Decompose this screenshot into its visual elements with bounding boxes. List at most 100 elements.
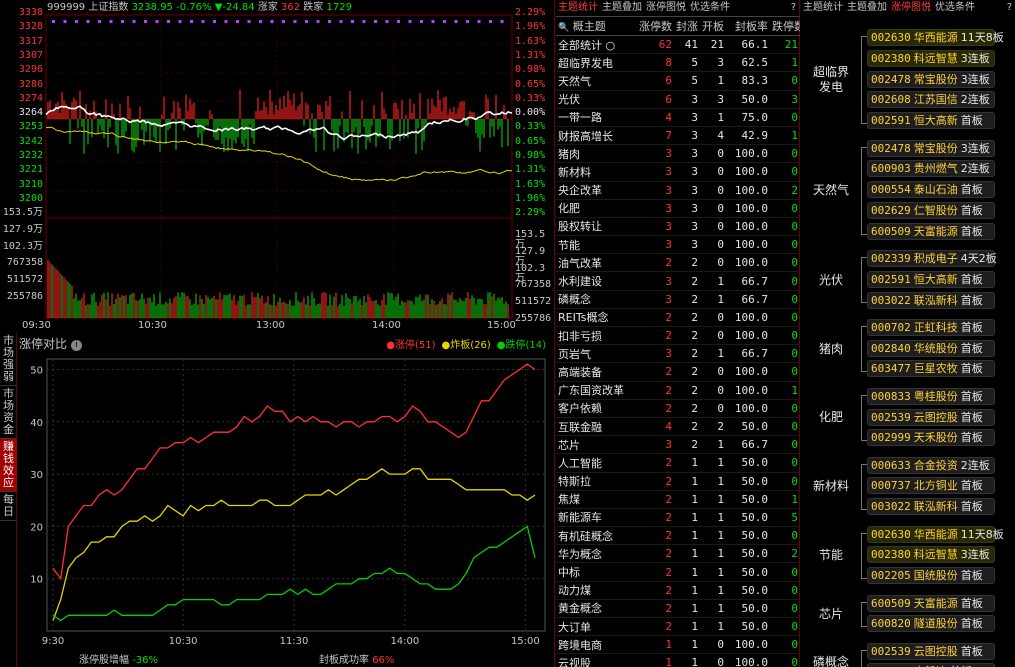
- sealed-count: 5: [674, 71, 700, 91]
- intraday-chart[interactable]: 999999 上证指数 3238.95 -0.76% ▼-24.84 涨家 36…: [0, 0, 555, 333]
- column-header[interactable]: 涨停数: [636, 16, 674, 36]
- sealed-count: 1: [674, 581, 700, 600]
- limit-up-count: 2: [636, 490, 674, 509]
- limit-down-count: 0: [770, 417, 800, 437]
- theme-row[interactable]: 油气改革 2 2 0 100.0 0: [556, 253, 800, 273]
- stock-pill[interactable]: 600610中毅达首板: [867, 663, 995, 667]
- theme-row[interactable]: 节能 3 3 0 100.0 0: [556, 235, 800, 255]
- stock-pill[interactable]: 002205 国统股份 首板: [867, 567, 995, 585]
- theme-row[interactable]: 中标 2 1 1 50.0 0: [556, 562, 800, 582]
- sealed-count: 2: [674, 344, 700, 364]
- stock-pill[interactable]: 002380 科远智慧 3连板: [867, 49, 995, 67]
- mid-tab-2[interactable]: 涨停图悦: [646, 2, 686, 13]
- side-tab-2[interactable]: 赚钱效应: [0, 439, 17, 492]
- theme-row[interactable]: 磷概念 3 2 1 66.7 0: [556, 290, 800, 309]
- stock-pill[interactable]: 002478 常宝股份 3连板: [867, 70, 995, 88]
- right-tab-3[interactable]: 优选条件: [935, 2, 975, 13]
- theme-row[interactable]: 化肥 3 3 0 100.0 0: [556, 199, 800, 218]
- theme-row[interactable]: 光伏 6 3 3 50.0 3: [556, 90, 800, 109]
- y-tick-label: 50: [30, 365, 43, 376]
- stock-pill[interactable]: 002591 恒大高新 首板: [867, 112, 995, 130]
- theme-row[interactable]: 芯片 3 2 1 66.7 0: [556, 435, 800, 455]
- seal-rate: 50.0: [726, 453, 770, 473]
- stock-pill[interactable]: 002539 云图控股 首板: [867, 408, 995, 426]
- mid-tab-3[interactable]: 优选条件: [690, 2, 730, 13]
- stock-pill[interactable]: 000633 合金投资 2连板: [867, 456, 995, 474]
- seal-rate: 100.0: [726, 253, 770, 273]
- theme-row[interactable]: 人工智能 2 1 1 50.0 0: [556, 453, 800, 473]
- theme-row[interactable]: 股权转让 3 3 0 100.0 0: [556, 217, 800, 237]
- stock-pill[interactable]: 003022 联泓新科 首板: [867, 498, 995, 516]
- stock-pill[interactable]: 002339 积成电子 4天2板: [867, 250, 997, 267]
- theme-row[interactable]: 互联金融 4 2 2 50.0 0: [556, 417, 800, 437]
- group-name: 新材料: [801, 479, 861, 494]
- stock-pill[interactable]: 000554 泰山石油 首板: [867, 181, 995, 199]
- theme-row[interactable]: 特斯拉 2 1 1 50.0 0: [556, 472, 800, 491]
- stock-pill[interactable]: 002630 华西能源 11天8板: [867, 29, 1004, 46]
- stock-pill[interactable]: 600509 天富能源 首板: [867, 594, 995, 612]
- stock-code: 000702: [871, 320, 911, 334]
- theme-row[interactable]: 大订单 2 1 1 50.0 0: [556, 617, 800, 637]
- theme-row[interactable]: 动力煤 2 1 1 50.0 0: [556, 581, 800, 600]
- theme-row[interactable]: 超临界发电 8 5 3 62.5 1: [556, 53, 800, 73]
- mid-tab-1[interactable]: 主题叠加: [602, 2, 642, 13]
- limit-down-count: 2: [770, 181, 800, 200]
- theme-row[interactable]: 一带一路 4 3 1 75.0 0: [556, 108, 800, 127]
- theme-row[interactable]: 华为概念 2 1 1 50.0 2: [556, 544, 800, 564]
- stock-pill[interactable]: 000702 正虹科技 首板: [867, 318, 995, 336]
- theme-row[interactable]: 水利建设 3 2 1 66.7 0: [556, 271, 800, 291]
- stock-pill[interactable]: 002380 科远智慧 3连板: [867, 546, 995, 564]
- theme-row[interactable]: 全部统计 ○ 62 41 21 66.1 21: [556, 35, 800, 55]
- theme-row[interactable]: 有机硅概念 2 1 1 50.0 0: [556, 526, 800, 546]
- theme-row[interactable]: 财报高增长 7 3 4 42.9 1: [556, 126, 800, 146]
- mid-tab-0[interactable]: 主题统计: [558, 2, 598, 13]
- column-header[interactable]: 封涨: [674, 16, 700, 36]
- stock-pill[interactable]: 600903 贵州燃气 2连板: [867, 160, 995, 178]
- group-name: 磷概念: [801, 655, 861, 667]
- circle-icon[interactable]: ○: [606, 39, 616, 52]
- help-icon[interactable]: ?: [791, 2, 796, 13]
- theme-row[interactable]: 页岩气 3 2 1 66.7 0: [556, 344, 800, 364]
- side-tab-3[interactable]: 每日: [0, 492, 17, 521]
- theme-row[interactable]: 跨境电商 1 1 0 100.0 0: [556, 635, 800, 655]
- theme-row[interactable]: 黄金概念 2 1 1 50.0 0: [556, 599, 800, 619]
- stock-pill[interactable]: 002630 华西能源 11天8板: [867, 525, 1004, 543]
- column-header[interactable]: 封板率: [726, 16, 770, 36]
- column-header[interactable]: 开板: [700, 16, 726, 36]
- right-tab-1[interactable]: 主题叠加: [847, 2, 887, 13]
- side-tab-0[interactable]: 市场强弱: [0, 333, 17, 386]
- stock-pill[interactable]: 603477 巨星农牧 首板: [867, 360, 995, 378]
- stock-pill[interactable]: 002629 仁智股份 首板: [867, 201, 995, 219]
- help-icon[interactable]: ?: [1007, 2, 1012, 13]
- stock-pill[interactable]: 000737 北方铜业 首板: [867, 477, 995, 495]
- theme-row[interactable]: 新材料 3 3 0 100.0 0: [556, 162, 800, 182]
- column-header[interactable]: 跌停数: [770, 16, 800, 36]
- right-tab-2[interactable]: 涨停图悦: [891, 2, 931, 13]
- theme-row[interactable]: 高端装备 2 2 0 100.0 0: [556, 362, 800, 382]
- theme-row[interactable]: 央企改革 3 3 0 100.0 2: [556, 181, 800, 200]
- stock-pill[interactable]: 600509 天富能源 首板: [867, 222, 995, 240]
- right-tab-0[interactable]: 主题统计: [803, 2, 843, 13]
- stock-pill[interactable]: 002539 云图控股 首板: [867, 642, 995, 660]
- theme-row[interactable]: 客户依赖 2 2 0 100.0 0: [556, 399, 800, 418]
- column-header[interactable]: 🔍 概主题: [556, 16, 636, 36]
- theme-row[interactable]: 扣非亏损 2 2 0 100.0 0: [556, 326, 800, 346]
- theme-row[interactable]: REITs概念 2 2 0 100.0 0: [556, 308, 800, 328]
- stock-pill[interactable]: 002591 恒大高新 首板: [867, 270, 995, 288]
- theme-row[interactable]: 焦煤 2 1 1 50.0 1: [556, 490, 800, 509]
- stock-pill[interactable]: 600820 隧道股份 首板: [867, 615, 995, 633]
- stock-pill[interactable]: 002840 华统股份 首板: [867, 339, 995, 357]
- theme-row[interactable]: 广东国资改革 2 2 0 100.0 1: [556, 381, 800, 400]
- seal-rate: 83.3: [726, 71, 770, 91]
- stock-pill[interactable]: 002478 常宝股份 3连板: [867, 139, 995, 157]
- stock-pill[interactable]: 003022 联泓新科 首板: [867, 291, 995, 309]
- stock-pill[interactable]: 002608 江苏国信 2连板: [867, 91, 995, 109]
- theme-row[interactable]: 云视股 1 1 0 100.0 0: [556, 653, 800, 667]
- stock-pill[interactable]: 002999 天禾股份 首板: [867, 429, 995, 447]
- side-tab-1[interactable]: 市场资金: [0, 386, 17, 439]
- theme-row[interactable]: 猪肉 3 3 0 100.0 0: [556, 144, 800, 164]
- stock-pill[interactable]: 000833 粤桂股份 首板: [867, 387, 995, 405]
- theme-row[interactable]: 天然气 6 5 1 83.3 0: [556, 71, 800, 91]
- search-icon[interactable]: 🔍: [558, 23, 569, 33]
- theme-row[interactable]: 新能源车 2 1 1 50.0 5: [556, 508, 800, 528]
